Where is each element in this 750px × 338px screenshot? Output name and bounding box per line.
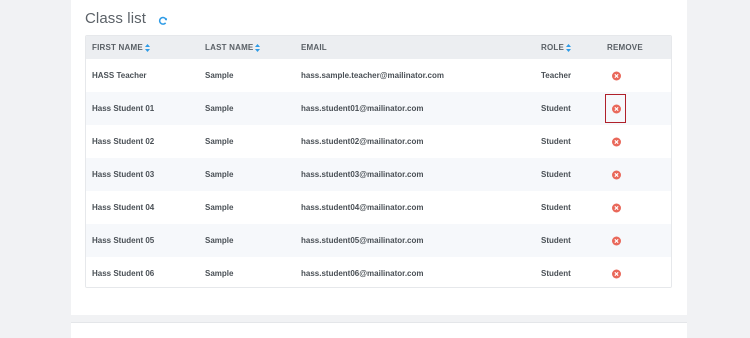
sort-icon (255, 43, 261, 52)
refresh-icon[interactable] (158, 13, 168, 25)
cell-email: hass.student03@mailinator.com (301, 170, 424, 179)
class-table: FIRST NAME LAST NAME EMAIL ROLE REMOVE H… (85, 35, 672, 288)
table-row: HASS Teacher Sample hass.sample.teacher@… (86, 59, 671, 92)
cell-last-name: Sample (205, 71, 234, 80)
cell-email: hass.student06@mailinator.com (301, 269, 424, 278)
cell-role: Student (541, 203, 571, 212)
cell-email: hass.student05@mailinator.com (301, 236, 424, 245)
card-header: Class list (85, 9, 168, 27)
cell-first-name: Hass Student 01 (92, 104, 155, 113)
cell-first-name: Hass Student 04 (92, 203, 155, 212)
column-header-role[interactable]: ROLE (541, 43, 572, 52)
column-header-label: LAST NAME (205, 43, 254, 52)
cell-first-name: Hass Student 02 (92, 137, 155, 146)
table-header: FIRST NAME LAST NAME EMAIL ROLE REMOVE (86, 36, 671, 59)
cell-first-name: Hass Student 03 (92, 170, 155, 179)
cell-first-name: Hass Student 06 (92, 269, 155, 278)
cell-role: Student (541, 104, 571, 113)
cell-first-name: HASS Teacher (92, 71, 147, 80)
column-header-label: FIRST NAME (92, 43, 143, 52)
cell-last-name: Sample (205, 104, 234, 113)
table-row: Hass Student 04 Sample hass.student04@ma… (86, 191, 671, 224)
cell-email: hass.student04@mailinator.com (301, 203, 424, 212)
cell-last-name: Sample (205, 236, 234, 245)
remove-circle-x-icon[interactable] (612, 203, 621, 212)
remove-circle-x-icon[interactable] (612, 137, 621, 146)
cell-last-name: Sample (205, 269, 234, 278)
table-row: Hass Student 03 Sample hass.student03@ma… (86, 158, 671, 191)
cell-role: Teacher (541, 71, 572, 80)
cell-email: hass.student02@mailinator.com (301, 137, 424, 146)
cell-role: Student (541, 137, 571, 146)
sort-icon (566, 43, 572, 52)
remove-circle-x-icon[interactable] (612, 236, 621, 245)
cell-email: hass.student01@mailinator.com (301, 104, 424, 113)
next-card-edge (71, 322, 687, 338)
cell-role: Student (541, 269, 571, 278)
cell-role: Student (541, 170, 571, 179)
sort-icon (144, 43, 150, 52)
remove-circle-x-icon[interactable] (612, 71, 621, 80)
class-list-card: Class list FIRST NAME LAST NAME EMAIL RO… (71, 0, 687, 315)
column-header-email: EMAIL (301, 43, 327, 52)
column-header-last-name[interactable]: LAST NAME (205, 43, 261, 52)
column-header-first-name[interactable]: FIRST NAME (92, 43, 150, 52)
table-row: Hass Student 02 Sample hass.student02@ma… (86, 125, 671, 158)
cell-email: hass.sample.teacher@mailinator.com (301, 71, 444, 80)
remove-circle-x-icon[interactable] (612, 269, 621, 278)
page-title: Class list (85, 9, 147, 27)
cell-last-name: Sample (205, 170, 234, 179)
cell-last-name: Sample (205, 203, 234, 212)
column-header-remove: REMOVE (607, 43, 643, 52)
table-row: Hass Student 01 Sample hass.student01@ma… (86, 92, 671, 125)
remove-circle-x-icon[interactable] (612, 170, 621, 179)
remove-circle-x-icon[interactable] (612, 104, 621, 113)
cell-role: Student (541, 236, 571, 245)
column-header-label: ROLE (541, 43, 565, 52)
table-row: Hass Student 06 Sample hass.student06@ma… (86, 257, 671, 287)
table-row: Hass Student 05 Sample hass.student05@ma… (86, 224, 671, 257)
cell-last-name: Sample (205, 137, 234, 146)
cell-first-name: Hass Student 05 (92, 236, 155, 245)
